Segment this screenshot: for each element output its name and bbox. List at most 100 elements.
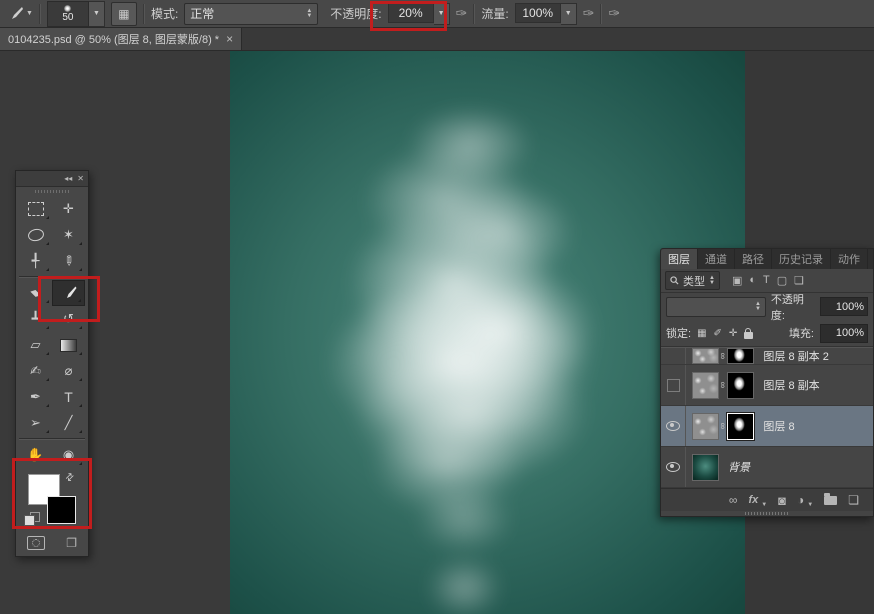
- zoom-tool[interactable]: ◉: [52, 442, 85, 468]
- hand-tool[interactable]: ✋: [19, 442, 52, 468]
- document-tab[interactable]: 0104235.psd @ 50% (图层 8, 图层蒙版/8) * ×: [0, 28, 242, 50]
- opacity-control[interactable]: 20% ▼: [388, 3, 450, 25]
- visibility-cell[interactable]: [661, 447, 686, 487]
- tab-actions[interactable]: 动作: [831, 249, 868, 269]
- background-thumbnail[interactable]: [692, 454, 719, 481]
- line-tool[interactable]: ╱: [52, 410, 85, 436]
- layer-name[interactable]: 图层 8 副本: [763, 377, 819, 393]
- flow-dropdown-arrow[interactable]: ▼: [561, 3, 577, 25]
- layer-name[interactable]: 图层 8 副本 2: [763, 348, 828, 364]
- visibility-cell[interactable]: [661, 406, 686, 446]
- eye-icon[interactable]: [666, 421, 680, 431]
- opacity-dropdown-arrow[interactable]: ▼: [434, 3, 450, 25]
- link-mask-icon: ∞: [718, 382, 728, 388]
- panel-tab-bar: 图层 通道 路径 历史记录 动作: [661, 249, 873, 269]
- link-layers-icon[interactable]: ∞: [729, 493, 738, 507]
- lock-transparency-icon[interactable]: ▦: [697, 328, 706, 339]
- move-tool[interactable]: ✛: [52, 196, 85, 222]
- pen-tool[interactable]: ✒: [19, 384, 52, 410]
- quick-mask-mode-button[interactable]: [27, 536, 45, 550]
- filter-smart-objects-icon[interactable]: ❏: [794, 274, 804, 287]
- filter-type-layers-icon[interactable]: T: [763, 274, 770, 287]
- adjustment-layer-icon[interactable]: ◑: [797, 493, 804, 507]
- background-color-swatch[interactable]: [47, 496, 76, 524]
- divider: [19, 276, 85, 278]
- layer-thumbnail[interactable]: [692, 413, 719, 440]
- blend-mode-select[interactable]: 正常 ▲▼: [184, 3, 318, 25]
- eraser-tool[interactable]: ▱: [19, 332, 52, 358]
- pressure-opacity-icon[interactable]: ✑: [456, 5, 468, 22]
- healing-brush-tool[interactable]: ▰: [19, 280, 52, 306]
- rectangular-marquee-tool[interactable]: [19, 196, 52, 222]
- dodge-tool[interactable]: ⌀: [52, 358, 85, 384]
- screen-mode-button[interactable]: ❐: [66, 536, 77, 550]
- panel-grip[interactable]: [16, 187, 88, 196]
- layer-style-icon[interactable]: fx: [748, 494, 758, 506]
- lasso-tool[interactable]: [19, 222, 52, 248]
- smudge-tool[interactable]: ✍: [19, 358, 52, 384]
- layers-list: ∞ 图层 8 副本 2 ∞ 图层 8 副本 ∞ 图层 8 背景: [661, 347, 873, 488]
- flow-value[interactable]: 100%: [515, 3, 561, 23]
- brush-size-picker[interactable]: 50 ▼: [47, 1, 105, 27]
- flow-control[interactable]: 100% ▼: [515, 3, 577, 25]
- layer-name[interactable]: 背景: [728, 459, 750, 475]
- gradient-tool[interactable]: [52, 332, 85, 358]
- visibility-checkbox-icon[interactable]: [667, 379, 680, 392]
- layer-name[interactable]: 图层 8: [763, 418, 794, 434]
- tab-paths[interactable]: 路径: [735, 249, 772, 269]
- filter-pixel-layers-icon[interactable]: ▣: [732, 274, 742, 287]
- history-brush-tool[interactable]: ↺: [52, 306, 85, 332]
- new-layer-icon[interactable]: ❏: [848, 493, 859, 507]
- lock-pixels-icon[interactable]: ✐: [714, 328, 722, 339]
- layer-opacity-value[interactable]: 100%: [820, 297, 868, 316]
- visibility-cell[interactable]: [661, 365, 686, 405]
- default-colors-icon[interactable]: [24, 512, 40, 526]
- opacity-value[interactable]: 20%: [388, 3, 434, 23]
- tab-layers[interactable]: 图层: [661, 249, 698, 269]
- toggle-brush-panel-button[interactable]: ▦: [111, 2, 137, 26]
- collapse-panel-icon[interactable]: ◂◂: [64, 174, 72, 183]
- layer-row[interactable]: ∞ 图层 8 副本: [661, 365, 873, 406]
- brush-tool[interactable]: [52, 280, 85, 306]
- visibility-cell[interactable]: [661, 348, 686, 364]
- new-group-icon[interactable]: [824, 496, 837, 505]
- filter-adjustment-layers-icon[interactable]: ◐: [749, 274, 756, 287]
- close-tab-icon[interactable]: ×: [226, 32, 233, 46]
- blend-mode-value: 正常: [190, 5, 214, 22]
- layer-thumbnail[interactable]: [692, 372, 719, 399]
- lock-all-icon[interactable]: [744, 332, 753, 339]
- layer-blend-mode-select[interactable]: ▲▼: [666, 297, 766, 317]
- filter-type-select[interactable]: 类型 ▲▼: [665, 271, 720, 290]
- mask-thumbnail-selected[interactable]: [727, 413, 754, 440]
- chevron-down-icon: ▼: [761, 502, 767, 508]
- crop-tool[interactable]: ╃: [19, 248, 52, 274]
- panel-resize-grip[interactable]: [661, 511, 873, 516]
- fill-value[interactable]: 100%: [820, 324, 868, 343]
- layer-thumbnail[interactable]: [692, 348, 719, 364]
- eyedropper-tool[interactable]: ✎: [52, 248, 85, 274]
- eye-icon[interactable]: [666, 462, 680, 472]
- tool-preset-picker[interactable]: ▼: [6, 6, 33, 22]
- airbrush-icon[interactable]: ✑: [583, 5, 595, 22]
- clone-stamp-tool[interactable]: ┻: [19, 306, 52, 332]
- magic-wand-tool[interactable]: ✶: [52, 222, 85, 248]
- brush-icon: [61, 285, 77, 301]
- type-tool[interactable]: T: [52, 384, 85, 410]
- layer-row-background[interactable]: 背景: [661, 447, 873, 488]
- tab-channels[interactable]: 通道: [698, 249, 735, 269]
- mask-thumbnail[interactable]: [727, 372, 754, 399]
- lock-position-icon[interactable]: ✛: [729, 328, 737, 339]
- filter-shape-layers-icon[interactable]: ▢: [777, 274, 787, 287]
- layer-filter-row: 类型 ▲▼ ▣ ◐ T ▢ ❏: [661, 269, 873, 293]
- layer-row[interactable]: ∞ 图层 8 副本 2: [661, 348, 873, 365]
- swap-colors-icon[interactable]: ⇄: [63, 471, 77, 485]
- tools-panel-titlebar[interactable]: ◂◂ ✕: [16, 171, 88, 187]
- tab-history[interactable]: 历史记录: [772, 249, 831, 269]
- close-panel-icon[interactable]: ✕: [77, 174, 84, 183]
- pressure-size-icon[interactable]: ✑: [608, 5, 620, 22]
- layer-row-selected[interactable]: ∞ 图层 8: [661, 406, 873, 447]
- add-layer-mask-icon[interactable]: ◙: [778, 493, 786, 508]
- brush-size-dropdown-arrow[interactable]: ▼: [89, 1, 105, 27]
- mask-thumbnail[interactable]: [727, 348, 754, 364]
- path-selection-tool[interactable]: ➢: [19, 410, 52, 436]
